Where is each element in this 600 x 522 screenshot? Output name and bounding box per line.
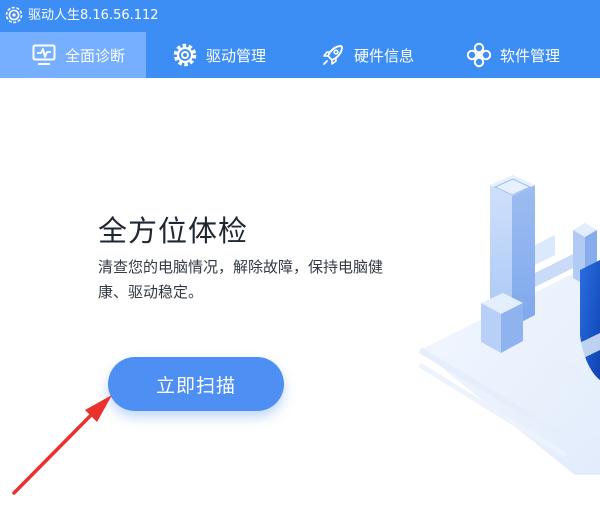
tab-software-management[interactable]: 软件管理 [466, 32, 560, 78]
page-description: 清查您的电脑情况，解除故障，保持电脑健康、驱动稳定。 [98, 258, 384, 301]
tab-full-diagnosis[interactable]: 全面诊断 [0, 32, 146, 78]
tab-label: 驱动管理 [206, 46, 267, 65]
tab-label: 软件管理 [500, 46, 561, 65]
rocket-icon [320, 42, 346, 68]
scan-now-button[interactable]: 立即扫描 [108, 357, 284, 411]
app-title: 驱动人生8.16.56.112 [28, 8, 159, 23]
gear-logo-icon [5, 6, 23, 24]
gear-icon [172, 42, 198, 68]
flower-icon [466, 42, 492, 68]
isometric-building-illustration [418, 175, 600, 475]
monitor-pulse-icon [31, 42, 57, 68]
tab-label: 硬件信息 [354, 46, 415, 65]
tab-label: 全面诊断 [65, 46, 126, 65]
tab-driver-management[interactable]: 驱动管理 [172, 32, 266, 78]
tab-hardware-info[interactable]: 硬件信息 [320, 32, 414, 78]
main-nav: 全面诊断 驱动管理 硬件信息 软件管理 [0, 32, 600, 78]
title-bar: 驱动人生8.16.56.112 [0, 0, 600, 32]
red-arrow-annotation [12, 395, 112, 495]
page-title: 全方位体检 [98, 214, 249, 248]
